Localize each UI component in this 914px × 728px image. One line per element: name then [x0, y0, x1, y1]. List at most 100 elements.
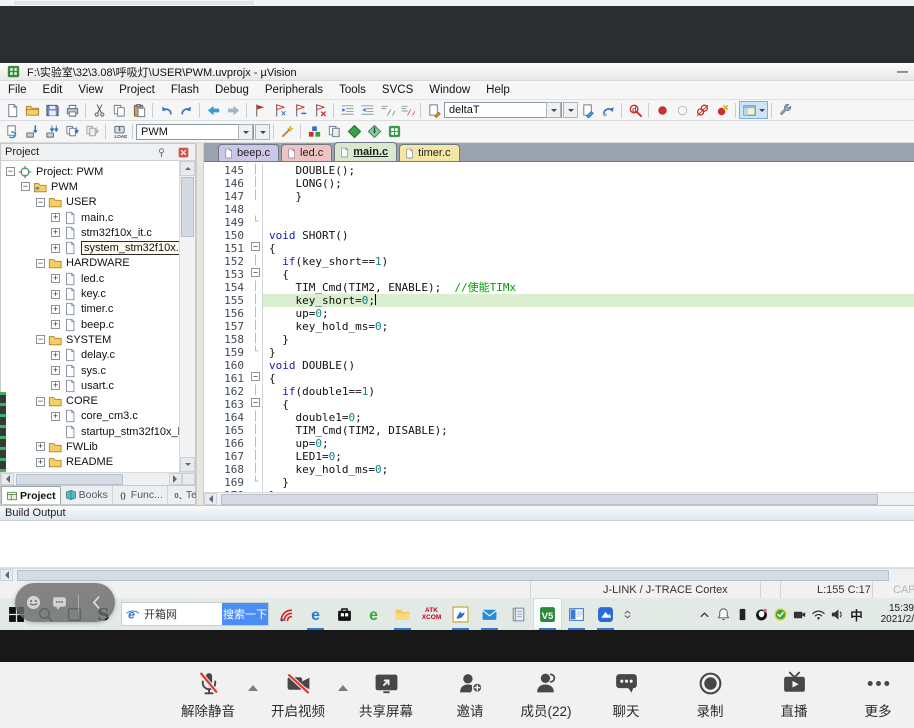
line-number[interactable]: 168: [204, 463, 249, 476]
fold-margin[interactable]: [249, 359, 263, 372]
target-combo-arrow-icon[interactable]: [238, 124, 253, 140]
tray-usb-device[interactable]: [733, 598, 752, 630]
expand-toggle[interactable]: −: [36, 198, 45, 207]
tree-item-user[interactable]: −USER: [1, 195, 180, 210]
code-line-146[interactable]: 146│ LONG();: [204, 177, 914, 190]
pill-chat-icon[interactable]: [51, 594, 68, 611]
fold-margin[interactable]: └: [249, 476, 263, 489]
fold-margin[interactable]: │: [249, 424, 263, 437]
meeting-control-invite[interactable]: 邀请: [438, 670, 502, 720]
code-line-162[interactable]: 162│ if(double1==1): [204, 385, 914, 398]
file-extensions-icon[interactable]: [324, 123, 344, 141]
uncomment-icon[interactable]: //: [397, 101, 417, 119]
find-icon[interactable]: d: [625, 101, 645, 119]
taskbar-mail-app[interactable]: [475, 598, 504, 630]
fold-margin[interactable]: [249, 203, 263, 216]
build-output-content[interactable]: [0, 521, 914, 568]
code-line-151[interactable]: 151−{: [204, 242, 914, 255]
line-number[interactable]: 157: [204, 320, 249, 333]
line-number[interactable]: 159: [204, 346, 249, 359]
taskbar-notebook-app[interactable]: [504, 598, 533, 630]
line-number[interactable]: 166: [204, 437, 249, 450]
fold-margin[interactable]: │: [249, 294, 263, 307]
runtime-env-icon[interactable]: [384, 123, 404, 141]
tree-item-led-c[interactable]: +led.c: [1, 271, 180, 286]
expand-toggle[interactable]: −: [36, 397, 45, 406]
build-output-hscrollbar[interactable]: [0, 568, 914, 581]
line-number[interactable]: 163: [204, 398, 249, 411]
code-line-152[interactable]: 152│ if(key_short==1): [204, 255, 914, 268]
taskbar-panel-app[interactable]: [562, 598, 591, 630]
line-number[interactable]: 158: [204, 333, 249, 346]
expand-toggle[interactable]: +: [51, 412, 60, 421]
code-line-147[interactable]: 147│ }: [204, 190, 914, 203]
code-line-155[interactable]: 155│ key_short=0;: [204, 294, 914, 307]
menu-project[interactable]: Project: [111, 82, 163, 98]
new-file-icon[interactable]: [2, 101, 22, 119]
expand-toggle[interactable]: −: [36, 259, 45, 268]
line-number[interactable]: 155: [204, 294, 249, 307]
code-line-167[interactable]: 167│ LED1=0;: [204, 450, 914, 463]
code-line-154[interactable]: 154│ TIM_Cmd(TIM2, ENABLE); //使能TIMx: [204, 281, 914, 294]
scroll-up-button[interactable]: [180, 161, 195, 176]
pack-installer-icon[interactable]: [364, 123, 384, 141]
tree-item-project-pwm[interactable]: −Project: PWM: [1, 164, 180, 179]
fold-margin[interactable]: │: [249, 437, 263, 450]
taskbar-keil-uvision[interactable]: V5: [533, 598, 562, 630]
paste-icon[interactable]: [129, 101, 149, 119]
meeting-control-options-caret[interactable]: [336, 670, 350, 696]
tray-wifi[interactable]: [809, 598, 828, 630]
code-line-158[interactable]: 158│ }: [204, 333, 914, 346]
editor-tab-timer-c[interactable]: timer.c: [399, 144, 459, 161]
expand-toggle[interactable]: −: [21, 182, 30, 191]
tree-item-pwm[interactable]: −PWM: [1, 179, 180, 194]
tree-item-rename-box[interactable]: system_stm32f10x.c: [81, 241, 180, 255]
menu-view[interactable]: View: [70, 82, 111, 98]
expand-toggle[interactable]: +: [36, 442, 45, 451]
panel-splitter[interactable]: [196, 143, 204, 505]
translate-icon[interactable]: [2, 123, 22, 141]
code-line-161[interactable]: 161−{: [204, 372, 914, 385]
code-line-157[interactable]: 157│ key_hold_ms=0;: [204, 320, 914, 333]
code-line-163[interactable]: 163− {: [204, 398, 914, 411]
fold-margin[interactable]: │: [249, 463, 263, 476]
code-line-166[interactable]: 166│ up=0;: [204, 437, 914, 450]
cut-icon[interactable]: [89, 101, 109, 119]
download-icon[interactable]: LOAD: [109, 123, 129, 141]
batch-build-icon[interactable]: [62, 123, 82, 141]
taskbar-search-box[interactable]: e开箱网搜索一下: [121, 602, 269, 626]
expand-toggle[interactable]: +: [36, 458, 45, 467]
line-number[interactable]: 164: [204, 411, 249, 424]
line-number[interactable]: 151: [204, 242, 249, 255]
rebuild-icon[interactable]: [42, 123, 62, 141]
fold-margin[interactable]: └: [249, 216, 263, 229]
line-number[interactable]: 153: [204, 268, 249, 281]
code-line-156[interactable]: 156│ up=0;: [204, 307, 914, 320]
fold-margin[interactable]: └: [249, 346, 263, 359]
panel-tab-func[interactable]: {}Func...: [113, 486, 168, 504]
menu-help[interactable]: Help: [478, 82, 518, 98]
breakpoints-kill-all-icon[interactable]: [712, 101, 732, 119]
line-number[interactable]: 167: [204, 450, 249, 463]
code-line-168[interactable]: 168│ key_hold_ms=0;: [204, 463, 914, 476]
menu-edit[interactable]: Edit: [35, 82, 71, 98]
scroll-left-button[interactable]: [0, 569, 13, 581]
redo-icon[interactable]: [176, 101, 196, 119]
tree-item-core-cm3-c[interactable]: +core_cm3.c: [1, 409, 180, 424]
manage-project-items-icon[interactable]: [304, 123, 324, 141]
code-line-145[interactable]: 145│ DOUBLE();: [204, 164, 914, 177]
menu-tools[interactable]: Tools: [331, 82, 374, 98]
tree-item-delay-c[interactable]: +delay.c: [1, 348, 180, 363]
search-combo[interactable]: deltaT: [444, 102, 562, 118]
fold-margin[interactable]: −: [249, 398, 263, 411]
panel-tab-books[interactable]: Books: [61, 486, 113, 504]
line-number[interactable]: 150: [204, 229, 249, 242]
tree-item-system-stm32f10x-c[interactable]: +system_stm32f10x.cx.c: [1, 240, 180, 255]
tree-item-hardware[interactable]: −HARDWARE: [1, 256, 180, 271]
line-number[interactable]: 169: [204, 476, 249, 489]
tree-item-key-c[interactable]: +key.c: [1, 286, 180, 301]
tree-item-readme[interactable]: +README: [1, 455, 180, 470]
expand-toggle[interactable]: +: [51, 244, 60, 253]
taskbar-bird-app[interactable]: [446, 598, 475, 630]
code-line-165[interactable]: 165│ TIM_Cmd(TIM2, DISABLE);: [204, 424, 914, 437]
